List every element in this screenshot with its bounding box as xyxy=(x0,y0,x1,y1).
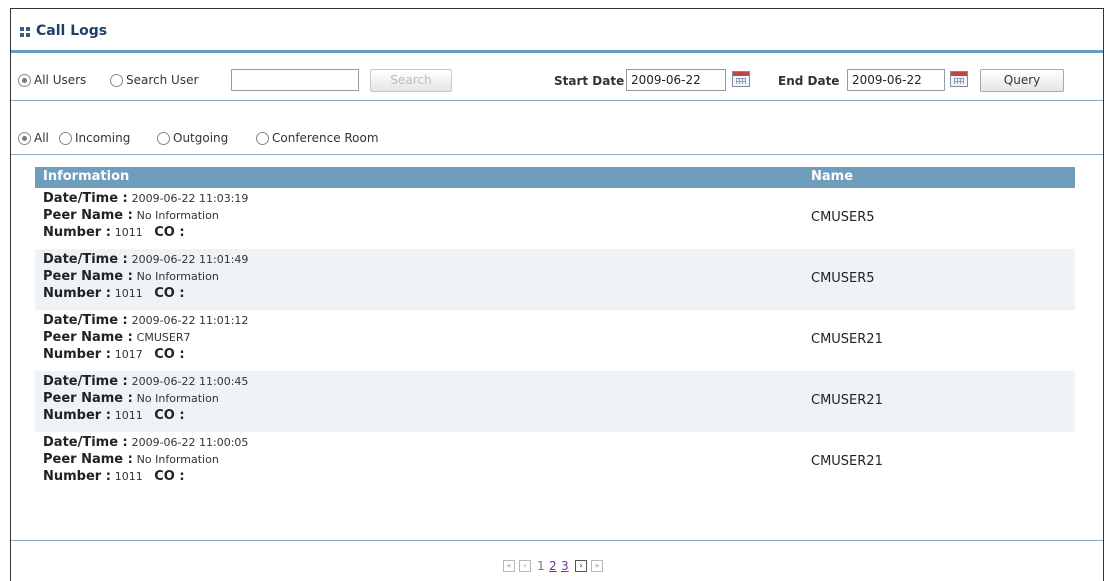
info-cell: Date/Time : 2009-06-22 11:01:12 Peer Nam… xyxy=(43,312,248,363)
peer-name-label: Peer Name : xyxy=(43,330,133,345)
co-label: CO : xyxy=(154,469,185,484)
name-cell: CMUSER5 xyxy=(811,271,875,286)
info-cell: Date/Time : 2009-06-22 11:03:19 Peer Nam… xyxy=(43,190,248,241)
table-row[interactable]: Date/Time : 2009-06-22 11:00:45 Peer Nam… xyxy=(35,371,1075,432)
peer-name-value: No Information xyxy=(136,453,219,466)
search-user-radio[interactable] xyxy=(110,74,123,87)
peer-name-label: Peer Name : xyxy=(43,269,133,284)
datetime-value: 2009-06-22 11:00:45 xyxy=(131,375,249,388)
number-value: 1017 xyxy=(114,348,143,361)
query-button[interactable]: Query xyxy=(980,69,1064,92)
datetime-label: Date/Time : xyxy=(43,191,128,206)
call-logs-panel: Call Logs All Users Search User Search S… xyxy=(10,8,1104,581)
datetime-label: Date/Time : xyxy=(43,435,128,450)
double-chevron-right-icon[interactable]: » xyxy=(591,560,603,572)
call-type-conference-radio[interactable] xyxy=(256,132,269,145)
header-name: Name xyxy=(811,169,854,184)
peer-name-label: Peer Name : xyxy=(43,208,133,223)
start-date-label: Start Date xyxy=(554,74,625,88)
call-type-outgoing-label: Outgoing xyxy=(173,131,229,145)
name-cell: CMUSER21 xyxy=(811,393,883,408)
grid-icon xyxy=(20,27,30,37)
table-row[interactable]: Date/Time : 2009-06-22 11:00:05 Peer Nam… xyxy=(35,432,1075,493)
datetime-value: 2009-06-22 11:01:12 xyxy=(131,314,249,327)
end-date-label: End Date xyxy=(778,74,840,88)
start-date-input[interactable] xyxy=(626,69,726,91)
info-cell: Date/Time : 2009-06-22 11:01:49 Peer Nam… xyxy=(43,251,248,302)
number-value: 1011 xyxy=(114,409,143,422)
co-label: CO : xyxy=(154,347,185,362)
start-date-calendar-icon[interactable] xyxy=(732,71,750,87)
datetime-label: Date/Time : xyxy=(43,374,128,389)
call-type-all-radio[interactable] xyxy=(18,132,31,145)
chevron-right-icon[interactable]: › xyxy=(575,560,587,572)
page-3[interactable]: 3 xyxy=(561,559,569,573)
number-label: Number : xyxy=(43,469,111,484)
call-type-incoming-radio[interactable] xyxy=(59,132,72,145)
number-value: 1011 xyxy=(114,470,143,483)
info-cell: Date/Time : 2009-06-22 11:00:05 Peer Nam… xyxy=(43,434,248,485)
table-row[interactable]: Date/Time : 2009-06-22 11:01:49 Peer Nam… xyxy=(35,249,1075,310)
page-2[interactable]: 2 xyxy=(549,559,557,573)
name-cell: CMUSER21 xyxy=(811,332,883,347)
number-label: Number : xyxy=(43,408,111,423)
search-user-input[interactable] xyxy=(231,69,359,91)
number-label: Number : xyxy=(43,286,111,301)
info-cell: Date/Time : 2009-06-22 11:00:45 Peer Nam… xyxy=(43,373,248,424)
user-date-filter-bar: All Users Search User Search Start Date … xyxy=(11,61,1103,101)
name-cell: CMUSER5 xyxy=(811,210,875,225)
call-type-outgoing-radio[interactable] xyxy=(157,132,170,145)
call-type-filter-bar: All Incoming Outgoing Conference Room xyxy=(11,101,1103,155)
search-button[interactable]: Search xyxy=(370,69,452,92)
all-users-label: All Users xyxy=(34,73,87,87)
peer-name-value: CMUSER7 xyxy=(136,331,191,344)
peer-name-value: No Information xyxy=(136,270,219,283)
datetime-value: 2009-06-22 11:00:05 xyxy=(131,436,249,449)
call-type-all-label: All xyxy=(34,131,49,145)
table-row[interactable]: Date/Time : 2009-06-22 11:03:19 Peer Nam… xyxy=(35,188,1075,249)
call-log-table: Information Name Date/Time : 2009-06-22 … xyxy=(35,167,1075,493)
peer-name-value: No Information xyxy=(136,392,219,405)
number-value: 1011 xyxy=(114,226,143,239)
number-value: 1011 xyxy=(114,287,143,300)
search-user-label: Search User xyxy=(126,73,199,87)
peer-name-value: No Information xyxy=(136,209,219,222)
end-date-calendar-icon[interactable] xyxy=(950,71,968,87)
number-label: Number : xyxy=(43,225,111,240)
all-users-radio[interactable] xyxy=(18,74,31,87)
chevron-left-icon[interactable]: ‹ xyxy=(519,560,531,572)
peer-name-label: Peer Name : xyxy=(43,391,133,406)
table-header: Information Name xyxy=(35,167,1075,188)
datetime-value: 2009-06-22 11:01:49 xyxy=(131,253,249,266)
call-type-conference-label: Conference Room xyxy=(272,131,379,145)
table-row[interactable]: Date/Time : 2009-06-22 11:01:12 Peer Nam… xyxy=(35,310,1075,371)
co-label: CO : xyxy=(154,225,185,240)
peer-name-label: Peer Name : xyxy=(43,452,133,467)
datetime-label: Date/Time : xyxy=(43,252,128,267)
title-bar: Call Logs xyxy=(11,9,1103,53)
footer-divider xyxy=(11,540,1103,541)
name-cell: CMUSER21 xyxy=(811,454,883,469)
page-1[interactable]: 1 xyxy=(537,559,545,573)
call-type-incoming-label: Incoming xyxy=(75,131,131,145)
double-chevron-left-icon[interactable]: « xyxy=(503,560,515,572)
co-label: CO : xyxy=(154,286,185,301)
header-information: Information xyxy=(43,169,130,184)
end-date-input[interactable] xyxy=(847,69,945,91)
datetime-label: Date/Time : xyxy=(43,313,128,328)
number-label: Number : xyxy=(43,347,111,362)
datetime-value: 2009-06-22 11:03:19 xyxy=(131,192,249,205)
page-title: Call Logs xyxy=(36,23,108,39)
co-label: CO : xyxy=(154,408,185,423)
